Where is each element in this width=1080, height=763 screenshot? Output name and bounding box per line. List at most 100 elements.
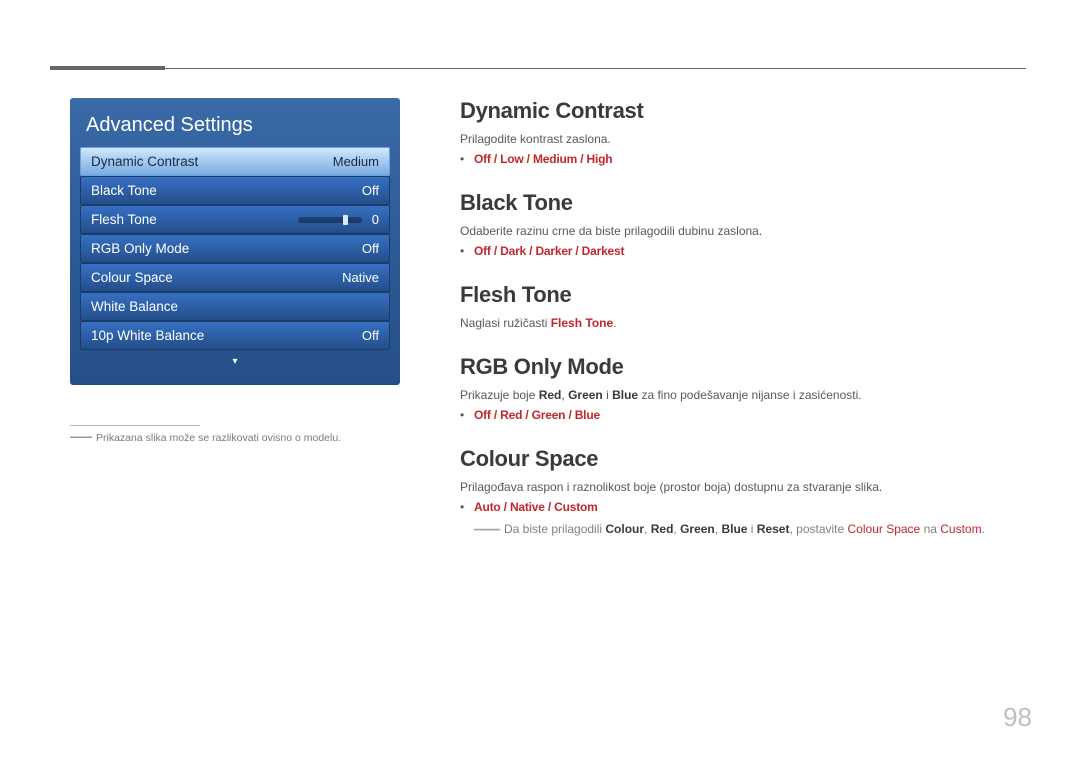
menu-item-label: RGB Only Mode (91, 241, 189, 256)
page-layout: Advanced Settings Dynamic Contrast Mediu… (0, 0, 1080, 536)
bullet-icon: • (460, 408, 474, 422)
note-sep: i (747, 522, 756, 536)
menu-item-label: Dynamic Contrast (91, 154, 198, 169)
note-red: Custom (940, 522, 981, 536)
section-dynamic-contrast: Dynamic Contrast Prilagodite kontrast za… (460, 98, 1026, 166)
menu-item-label: Flesh Tone (91, 212, 157, 227)
note-bold: Red (651, 522, 674, 536)
option: Blue (575, 408, 600, 422)
section-title: Colour Space (460, 446, 1026, 472)
option: High (587, 152, 613, 166)
note-mid: , postavite (789, 522, 847, 536)
options-list: Off / Red / Green / Blue (474, 408, 600, 422)
menu-item-white-balance[interactable]: White Balance (80, 292, 390, 321)
options-row: • Off / Dark / Darker / Darkest (460, 244, 1026, 258)
note-dash-icon: ― (474, 522, 500, 536)
section-desc: Prikazuje boje Red, Green i Blue za fino… (460, 388, 1026, 402)
bullet-icon: • (460, 500, 474, 514)
options-row: • Auto / Native / Custom (460, 500, 1026, 514)
slider-track[interactable] (298, 217, 362, 223)
options-row: • Off / Low / Medium / High (460, 152, 1026, 166)
menu-item-value-group: 0 (298, 212, 379, 227)
option: Custom (554, 500, 597, 514)
options-list: Off / Low / Medium / High (474, 152, 612, 166)
desc-bold: Green (568, 388, 603, 402)
menu-item-10p-white-balance[interactable]: 10p White Balance Off (80, 321, 390, 350)
menu-item-value: Off (362, 328, 379, 343)
menu-item-dynamic-contrast[interactable]: Dynamic Contrast Medium (80, 147, 390, 176)
option: Darker (535, 244, 572, 258)
option: Off (474, 244, 491, 258)
options-row: • Off / Red / Green / Blue (460, 408, 1026, 422)
option-sep: / (522, 408, 531, 422)
desc-bold: Blue (612, 388, 638, 402)
page-number: 98 (1003, 702, 1032, 733)
bullet-icon: • (460, 152, 474, 166)
option: Darkest (582, 244, 625, 258)
section-title: Flesh Tone (460, 282, 1026, 308)
header-divider-thick (50, 66, 165, 70)
menu-item-value: Native (342, 270, 379, 285)
scroll-down-icon[interactable]: ▾ (80, 350, 390, 367)
panel-title: Advanced Settings (80, 108, 390, 147)
left-column: Advanced Settings Dynamic Contrast Mediu… (70, 98, 400, 536)
section-desc: Prilagođava raspon i raznolikost boje (p… (460, 480, 1026, 494)
option-sep: / (491, 408, 500, 422)
note-red: Colour Space (848, 522, 921, 536)
note-text: Da biste prilagodili Colour, Red, Green,… (504, 522, 985, 536)
section-black-tone: Black Tone Odaberite razinu crne da bist… (460, 190, 1026, 258)
footnote-text: Prikazana slika može se razlikovati ovis… (96, 432, 341, 444)
option-sep: / (565, 408, 574, 422)
option-sep: / (491, 244, 500, 258)
section-desc: Prilagodite kontrast zaslona. (460, 132, 1026, 146)
section-colour-space: Colour Space Prilagođava raspon i raznol… (460, 446, 1026, 536)
right-column: Dynamic Contrast Prilagodite kontrast za… (460, 98, 1026, 536)
section-flesh-tone: Flesh Tone Naglasi ružičasti Flesh Tone. (460, 282, 1026, 330)
option: Low (500, 152, 523, 166)
desc-text: . (613, 316, 616, 330)
option: Dark (500, 244, 526, 258)
option: Off (474, 408, 491, 422)
desc-sep: i (603, 388, 612, 402)
note-bold: Reset (757, 522, 790, 536)
bullet-icon: • (460, 244, 474, 258)
menu-item-label: White Balance (91, 299, 178, 314)
option: Green (532, 408, 566, 422)
options-list: Off / Dark / Darker / Darkest (474, 244, 624, 258)
option-sep: / (501, 500, 510, 514)
menu-item-label: Colour Space (91, 270, 173, 285)
option: Native (510, 500, 545, 514)
menu-item-flesh-tone[interactable]: Flesh Tone 0 (80, 205, 390, 234)
note-bold: Green (680, 522, 715, 536)
option-sep: / (572, 244, 581, 258)
note-na: na (920, 522, 940, 536)
section-title: RGB Only Mode (460, 354, 1026, 380)
desc-text: Naglasi ružičasti (460, 316, 551, 330)
menu-item-value: Medium (333, 154, 379, 169)
footnote-dash-icon: ― (70, 432, 92, 444)
note-bold: Colour (605, 522, 644, 536)
section-desc: Naglasi ružičasti Flesh Tone. (460, 316, 1026, 330)
option: Medium (533, 152, 577, 166)
option-sep: / (577, 152, 586, 166)
desc-text: Prikazuje boje (460, 388, 539, 402)
menu-item-colour-space[interactable]: Colour Space Native (80, 263, 390, 292)
section-title: Black Tone (460, 190, 1026, 216)
option: Off (474, 152, 491, 166)
option: Red (500, 408, 522, 422)
desc-bold: Red (539, 388, 562, 402)
note-end: . (982, 522, 985, 536)
note-bold: Blue (721, 522, 747, 536)
desc-text: za fino podešavanje nijanse i zasićenost… (638, 388, 861, 402)
menu-item-label: Black Tone (91, 183, 157, 198)
menu-item-rgb-only-mode[interactable]: RGB Only Mode Off (80, 234, 390, 263)
menu-item-black-tone[interactable]: Black Tone Off (80, 176, 390, 205)
note-pre: Da biste prilagodili (504, 522, 605, 536)
slider-knob[interactable] (343, 215, 348, 225)
menu-item-value: 0 (372, 212, 379, 227)
section-desc: Odaberite razinu crne da biste prilagodi… (460, 224, 1026, 238)
desc-highlight: Flesh Tone (551, 316, 613, 330)
section-title: Dynamic Contrast (460, 98, 1026, 124)
note-sep: , (644, 522, 651, 536)
menu-item-value: Off (362, 183, 379, 198)
